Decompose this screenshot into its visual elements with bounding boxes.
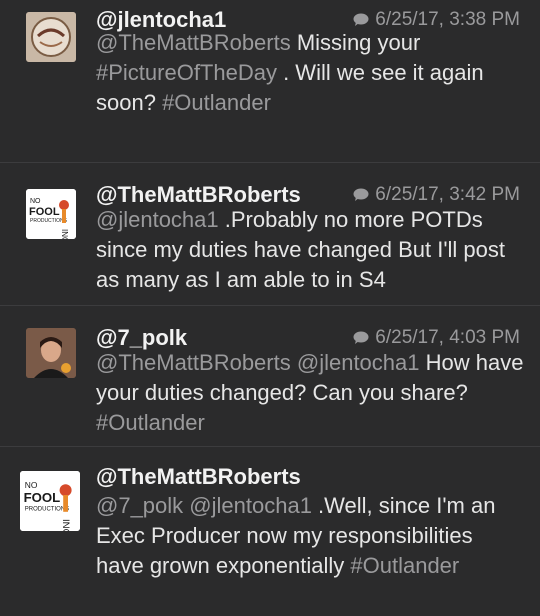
tweet-item[interactable]: @jlentocha1 6/25/17, 3:38 PM @TheMattBRo… [0, 0, 540, 162]
tweet-body: @TheMattBRoberts @jlentocha1 How have yo… [96, 348, 526, 438]
hashtag-link[interactable]: #Outlander [162, 90, 271, 115]
svg-text:PRODUCTIONS: PRODUCTIONS [30, 218, 68, 224]
tweet-handle[interactable]: @7_polk [96, 326, 187, 350]
tweet-item[interactable]: @7_polk 6/25/17, 4:03 PM @TheMattBRobert… [0, 306, 540, 446]
avatar[interactable]: NO FOOL PRODUCTIONS ING [26, 189, 76, 239]
svg-text:ING: ING [60, 229, 69, 239]
tweet-timestamp: 6/25/17, 4:03 PM [375, 327, 520, 348]
no-fooling-productions-logo-icon: NO FOOL PRODUCTIONS ING [20, 471, 80, 531]
avatar[interactable]: NO FOOL PRODUCTIONS ING [20, 471, 80, 531]
tweet-meta: 6/25/17, 4:03 PM [353, 326, 520, 350]
tweet-item[interactable]: NO FOOL PRODUCTIONS ING @TheMattBRoberts… [0, 447, 540, 616]
no-fooling-productions-logo-icon: NO FOOL PRODUCTIONS ING [26, 189, 76, 239]
mention-link[interactable]: @TheMattBRoberts [96, 350, 291, 375]
reply-bubble-icon [353, 331, 369, 344]
avatar[interactable] [26, 12, 76, 62]
photo-avatar-icon [26, 12, 76, 62]
tweet-text: Missing your [290, 30, 421, 55]
svg-text:NO: NO [30, 198, 41, 205]
svg-text:FOOL: FOOL [29, 206, 60, 218]
tweet-body: @7_polk @jlentocha1 .Well, since I'm an … [96, 491, 526, 581]
tweet-timestamp: 6/25/17, 3:42 PM [375, 184, 520, 205]
svg-text:ING: ING [60, 519, 71, 531]
svg-text:NO: NO [25, 480, 38, 490]
mention-link[interactable]: @jlentocha1 [297, 350, 420, 375]
tweet-body: @jlentocha1 .Probably no more POTDs sinc… [96, 205, 526, 295]
svg-text:FOOL: FOOL [24, 490, 61, 505]
tweet-meta: 6/25/17, 3:42 PM [353, 183, 520, 207]
hashtag-link[interactable]: #PictureOfTheDay [96, 60, 277, 85]
mention-link[interactable]: @7_polk [96, 493, 183, 518]
photo-avatar-icon [26, 328, 76, 378]
svg-text:PRODUCTIONS: PRODUCTIONS [25, 507, 69, 513]
tweet-feed: @jlentocha1 6/25/17, 3:38 PM @TheMattBRo… [0, 0, 540, 616]
tweet-item[interactable]: NO FOOL PRODUCTIONS ING @TheMattBRoberts… [0, 163, 540, 305]
mention-link[interactable]: @jlentocha1 [189, 493, 312, 518]
tweet-body: @TheMattBRoberts Missing your #PictureOf… [96, 28, 526, 118]
avatar[interactable] [26, 328, 76, 378]
tweet-handle[interactable]: @TheMattBRoberts [96, 183, 301, 207]
hashtag-link[interactable]: #Outlander [350, 553, 459, 578]
reply-bubble-icon [353, 188, 369, 201]
mention-link[interactable]: @TheMattBRoberts [96, 30, 291, 55]
mention-link[interactable]: @jlentocha1 [96, 207, 219, 232]
reply-bubble-icon [353, 13, 369, 26]
hashtag-link[interactable]: #Outlander [96, 410, 205, 435]
tweet-handle[interactable]: @TheMattBRoberts [96, 465, 301, 489]
